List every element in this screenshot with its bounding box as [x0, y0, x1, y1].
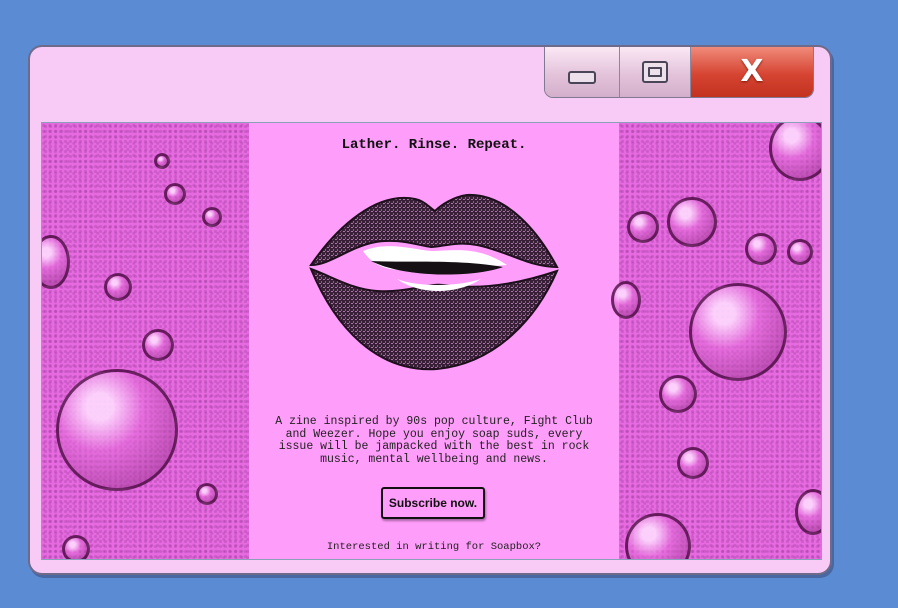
close-icon: X — [740, 53, 764, 89]
subscribe-button[interactable]: Subscribe now. — [381, 487, 485, 519]
app-window: X Lather. Rinse. Repeat. A zine inspired… — [28, 45, 832, 575]
description-text: A zine inspired by 90s pop culture, Figh… — [275, 415, 593, 466]
lips-image — [309, 193, 559, 371]
window-controls: X — [544, 47, 814, 98]
bubbles-background-right — [611, 123, 821, 559]
writing-link[interactable]: Interested in writing for Soapbox? — [249, 541, 619, 553]
minimize-button[interactable] — [545, 47, 620, 97]
bubbles-background-left — [42, 123, 249, 559]
center-panel: Lather. Rinse. Repeat. A zine inspired b… — [249, 123, 619, 559]
maximize-icon — [642, 61, 668, 83]
page-title: Lather. Rinse. Repeat. — [341, 137, 527, 153]
minimize-icon — [568, 70, 596, 84]
maximize-button[interactable] — [620, 47, 691, 97]
close-button[interactable]: X — [691, 47, 813, 97]
page-content: Lather. Rinse. Repeat. A zine inspired b… — [41, 122, 822, 560]
